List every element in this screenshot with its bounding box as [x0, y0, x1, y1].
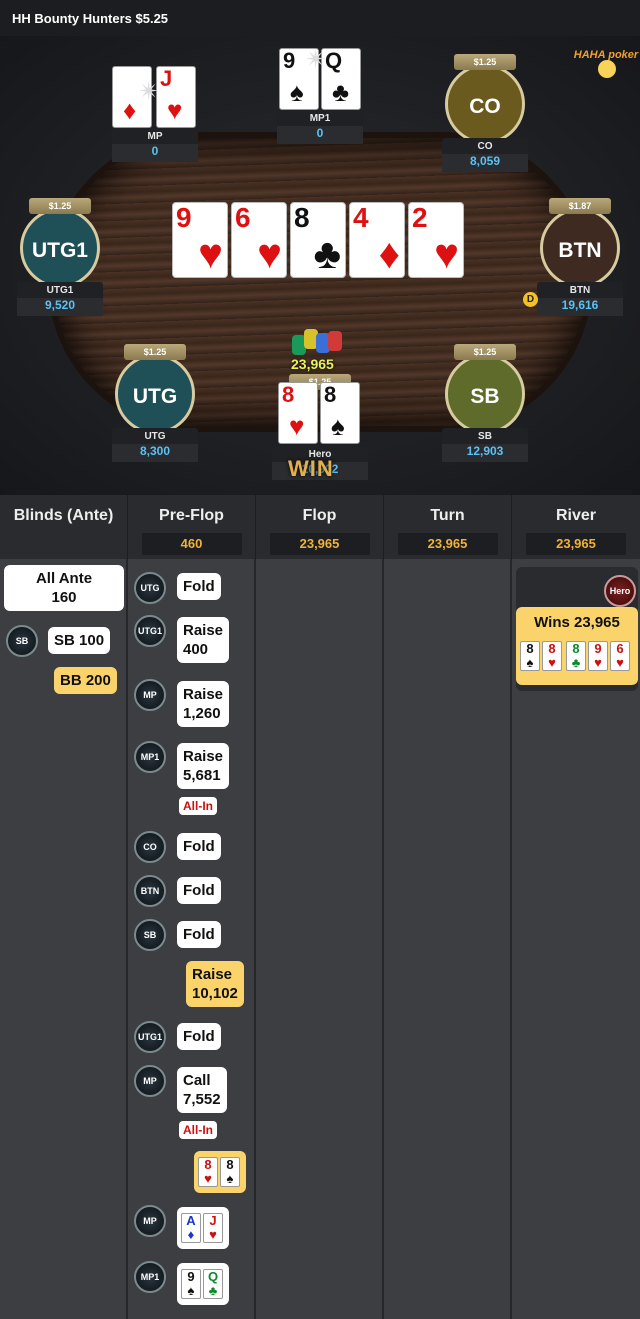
co-namebox: CO 8,059	[442, 138, 528, 172]
bb-blind-bubble: BB 200	[54, 667, 117, 694]
hero-show-card-2: 8 ♠	[220, 1157, 240, 1187]
pf-badge-utg1-2: UTG1	[134, 1021, 166, 1053]
col-header-river: River 23,965	[512, 495, 640, 559]
seat-co[interactable]: CO CO 8,059 $1.25	[442, 54, 528, 172]
sb-blind-bubble: SB 100	[48, 627, 111, 654]
pf-badge-co: CO	[134, 831, 166, 863]
co-bounty-tag: $1.25	[454, 54, 516, 70]
hero-show-card-1: 8 ♥	[198, 1157, 218, 1187]
pf-badge-btn: BTN	[134, 875, 166, 907]
ante-bubble: All Ante 160	[4, 565, 124, 611]
river-card-5: 6 ♥	[610, 641, 630, 671]
pot-amount: 23,965	[291, 356, 334, 372]
sb-bounty-tag: $1.25	[454, 344, 516, 360]
board-card-3: 8 ♣	[290, 202, 346, 278]
river-hero-badge: Hero	[604, 575, 636, 607]
river-win-text: Wins 23,965	[534, 614, 620, 631]
pf-badge-mp-show: MP	[134, 1205, 166, 1237]
pf-allin-mp: All-In	[179, 1121, 217, 1139]
dealer-button-icon: D	[523, 292, 538, 307]
pf-action-mp1: Raise 5,681	[177, 743, 230, 789]
board-card-4: 4 ♦	[349, 202, 405, 278]
board-card-1: 9 ♥	[172, 202, 228, 278]
btn-avatar: BTN	[540, 208, 620, 288]
pf-badge-mp: MP	[134, 679, 166, 711]
pf-allin-mp1: All-In	[179, 797, 217, 815]
pf-action-mp-2: Call 7,552	[177, 1067, 227, 1113]
pf-badge-mp1-show: MP1	[134, 1261, 166, 1293]
pf-action-utg1: Raise 400	[177, 617, 230, 663]
pot-chips-icon	[292, 327, 348, 357]
river-result-box: Hero Wins 23,965 8 ♠ 8 ♥ 8 ♣ 9 ♥ 6 ♥	[516, 567, 638, 691]
logo-face-icon	[598, 60, 616, 78]
pf-action-co: Fold	[177, 833, 221, 860]
hand-title: HH Bounty Hunters $5.25	[0, 0, 640, 36]
seat-btn[interactable]: BTN BTN 19,616 $1.87	[537, 198, 623, 316]
seat-utg1[interactable]: UTG1 UTG1 9,520 $1.25	[17, 198, 103, 316]
utg1-namebox: UTG1 9,520	[17, 282, 103, 316]
col-turn	[384, 559, 512, 1319]
utg1-avatar: UTG1	[20, 208, 100, 288]
seat-utg[interactable]: UTG UTG 8,300 $1.25	[112, 344, 198, 462]
hero-hole-card-1: 8 ♥	[278, 382, 318, 444]
pf-action-utg: Fold	[177, 573, 221, 600]
board-card-2: 6 ♥	[231, 202, 287, 278]
utg1-bounty-tag: $1.25	[29, 198, 91, 214]
utg-bounty-tag: $1.25	[124, 344, 186, 360]
mp-show-card-1: A ♦	[181, 1213, 201, 1243]
btn-namebox: BTN 19,616	[537, 282, 623, 316]
sb-avatar: SB	[445, 354, 525, 434]
col-flop	[256, 559, 384, 1319]
knockout-cracked-icon: ✴	[138, 76, 160, 106]
river-card-3: 8 ♣	[566, 641, 586, 671]
mp1-hole-card-2: Q ♣	[321, 48, 361, 110]
btn-bounty-tag: $1.87	[549, 198, 611, 214]
col-header-turn: Turn 23,965	[384, 495, 512, 559]
mp-show-card-2: J ♥	[203, 1213, 223, 1243]
board-card-5: 2 ♥	[408, 202, 464, 278]
utg-namebox: UTG 8,300	[112, 428, 198, 462]
pf-action-hero: Raise 10,102	[186, 961, 244, 1007]
poker-table-area: HAHA poker A ♦ J ♥ MP 0 ✴ 9 ♠ Q ♣ MP1 0 ✴ CO C…	[0, 36, 640, 495]
mp-showdown-bubble: A ♦ J ♥	[177, 1207, 229, 1249]
utg-avatar: UTG	[115, 354, 195, 434]
pf-badge-sb: SB	[134, 919, 166, 951]
col-header-blinds: Blinds (Ante)	[0, 495, 128, 559]
sb-badge: SB	[6, 625, 38, 657]
haha-poker-logo: HAHA poker	[572, 50, 640, 78]
river-card-4: 9 ♥	[588, 641, 608, 671]
pf-badge-utg1: UTG1	[134, 615, 166, 647]
co-avatar: CO	[445, 64, 525, 144]
river-card-2: 8 ♥	[542, 641, 562, 671]
pf-badge-mp1: MP1	[134, 741, 166, 773]
river-win-bubble: Wins 23,965 8 ♠ 8 ♥ 8 ♣ 9 ♥ 6 ♥	[516, 607, 638, 685]
knockout-cracked-icon: ✴	[305, 44, 327, 74]
mp-hole-card-2: J ♥	[156, 66, 196, 128]
win-label: WIN	[288, 456, 334, 481]
hand-history-panel: Blinds (Ante) Pre-Flop 460 Flop 23,965 Tur…	[0, 495, 640, 1319]
pf-action-utg1-2: Fold	[177, 1023, 221, 1050]
river-card-1: 8 ♠	[520, 641, 540, 671]
pf-action-sb: Fold	[177, 921, 221, 948]
mp1-show-card-1: 9 ♠	[181, 1269, 201, 1299]
pf-action-btn: Fold	[177, 877, 221, 904]
hero-hole-card-2: 8 ♠	[320, 382, 360, 444]
seat-sb[interactable]: SB SB 12,903 $1.25	[442, 344, 528, 462]
pf-badge-utg: UTG	[134, 572, 166, 604]
col-header-flop: Flop 23,965	[256, 495, 384, 559]
pf-badge-mp-2: MP	[134, 1065, 166, 1097]
col-header-preflop: Pre-Flop 460	[128, 495, 256, 559]
pf-action-mp: Raise 1,260	[177, 681, 230, 727]
mp1-show-card-2: Q ♣	[203, 1269, 223, 1299]
mp1-showdown-bubble: 9 ♠ Q ♣	[177, 1263, 229, 1305]
sb-namebox: SB 12,903	[442, 428, 528, 462]
hero-showdown-bubble: 8 ♥ 8 ♠	[194, 1151, 246, 1193]
